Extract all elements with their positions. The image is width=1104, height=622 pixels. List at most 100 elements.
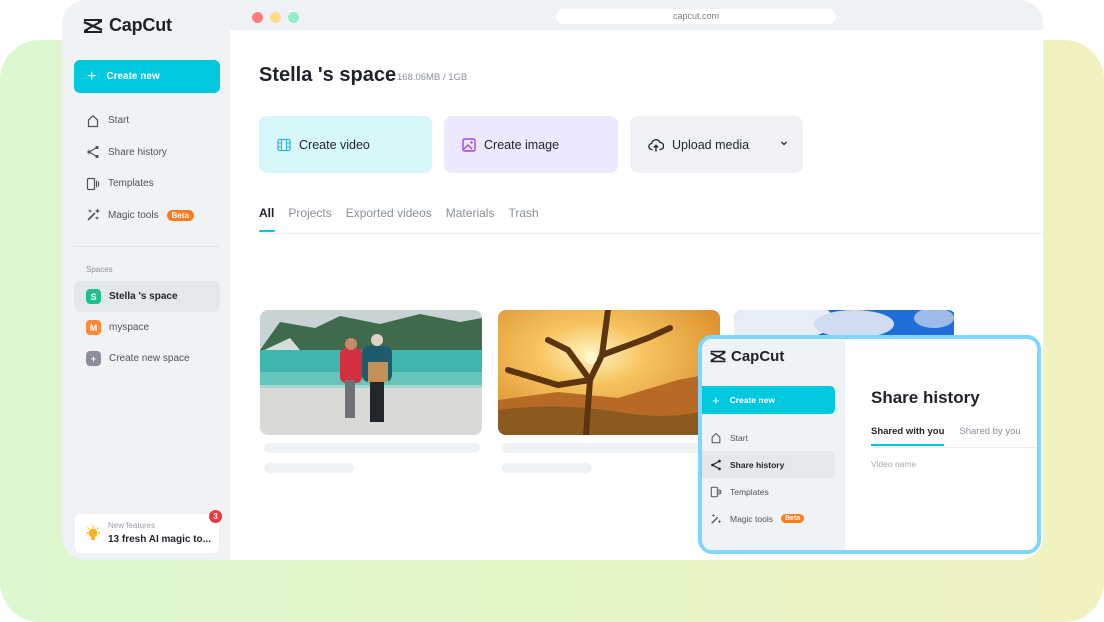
beta-badge: Beta — [781, 514, 805, 523]
templates-icon — [86, 177, 100, 190]
sidebar-item-label: Share history — [108, 146, 167, 158]
share-history-title: Share history — [871, 388, 980, 407]
create-new-button[interactable]: + Create new — [702, 386, 835, 414]
meta-placeholder — [264, 463, 354, 473]
column-header-video-name: Video name — [871, 459, 917, 469]
magic-wand-icon — [711, 513, 721, 524]
plus-icon: + — [86, 351, 101, 366]
desert-sunset-photo — [498, 310, 720, 435]
sidebar-divider — [74, 246, 220, 247]
sidebar-item-magic-tools[interactable]: Magic tools Beta — [702, 505, 835, 532]
content-tabs: All Projects Exported videos Materials T… — [259, 206, 539, 232]
share-history-preview: CapCut + Create new Start Share history … — [698, 335, 1041, 554]
sidebar-item-templates[interactable]: Templates — [702, 478, 835, 505]
sidebar-item-label: Templates — [108, 178, 154, 190]
space-label: Create new space — [109, 353, 190, 364]
spaces-list: S Stella 's space M myspace + Create new… — [74, 281, 220, 374]
capcut-logo-icon — [710, 350, 726, 363]
cloud-upload-icon — [648, 138, 664, 151]
features-title: 13 fresh AI magic to... — [108, 534, 211, 545]
sidebar-nav: Start Share history Templates Magic tool… — [74, 105, 220, 231]
media-thumbnail — [498, 310, 720, 435]
share-icon — [711, 459, 721, 470]
sidebar-item-label: Templates — [730, 486, 769, 497]
lightbulb-icon — [86, 525, 100, 540]
preview-nav: Start Share history Templates Magic tool… — [702, 424, 835, 532]
media-card[interactable] — [498, 310, 720, 473]
sidebar: CapCut + Create new Start Share history … — [62, 0, 230, 560]
image-icon — [462, 137, 476, 152]
storage-usage: 168.06MB / 1GB — [397, 72, 468, 83]
capcut-logo-icon — [83, 18, 103, 33]
browser-titlebar: capcut.com — [230, 0, 1043, 30]
minimize-window-button[interactable] — [270, 12, 281, 23]
sidebar-item-templates[interactable]: Templates — [74, 168, 220, 200]
create-new-label: Create new — [106, 71, 160, 82]
sidebar-item-label: Start — [730, 432, 748, 443]
sidebar-item-share-history[interactable]: Share history — [702, 451, 835, 478]
capcut-logo: CapCut — [709, 348, 784, 365]
title-placeholder — [264, 443, 480, 453]
url-bar[interactable]: capcut.com — [556, 9, 836, 24]
brand-name: CapCut — [731, 348, 785, 365]
sidebar-item-label: Magic tools — [108, 209, 159, 221]
magic-wand-icon — [87, 208, 100, 221]
features-label: New features — [108, 521, 156, 530]
space-label: myspace — [109, 322, 150, 333]
home-icon — [87, 114, 99, 127]
create-new-label: Create new — [729, 395, 775, 405]
create-new-space-button[interactable]: + Create new space — [74, 343, 220, 374]
stage: capcut.com CapCut + Create new Start Sha… — [0, 0, 1104, 622]
title-placeholder — [502, 443, 718, 453]
upload-media-button[interactable]: Upload media — [630, 116, 803, 173]
create-new-button[interactable]: + Create new — [74, 60, 220, 93]
plus-icon: + — [712, 392, 720, 408]
space-label: Stella 's space — [109, 291, 178, 302]
upload-media-label: Upload media — [672, 137, 750, 152]
sidebar-item-magic-tools[interactable]: Magic tools Beta — [74, 200, 220, 232]
tab-all[interactable]: All — [259, 206, 276, 232]
meta-placeholder — [502, 463, 592, 473]
space-item-stella[interactable]: S Stella 's space — [74, 281, 220, 312]
share-tabs: Shared with you Shared by you — [871, 426, 1021, 446]
sidebar-item-share-history[interactable]: Share history — [74, 137, 220, 169]
templates-icon — [710, 486, 722, 497]
plus-icon: + — [87, 67, 97, 85]
new-features-card[interactable]: New features 13 fresh AI magic to... 3 — [75, 510, 222, 553]
notification-count-badge: 3 — [209, 510, 222, 523]
film-icon — [277, 138, 291, 151]
media-thumbnail — [260, 310, 482, 435]
space-item-myspace[interactable]: M myspace — [74, 312, 220, 343]
space-avatar: S — [86, 289, 101, 304]
tabs-divider — [259, 233, 1043, 234]
create-video-button[interactable]: Create video — [259, 116, 432, 173]
tab-materials[interactable]: Materials — [446, 206, 495, 232]
page-title: Stella 's space — [259, 64, 397, 86]
tabs-divider — [871, 447, 1037, 448]
spaces-heading: Spaces — [86, 265, 113, 274]
sidebar-item-label: Share history — [730, 459, 785, 470]
sidebar-item-label: Start — [108, 115, 130, 127]
brand-name: CapCut — [109, 15, 172, 35]
beta-badge: Beta — [166, 209, 194, 221]
create-image-label: Create image — [484, 137, 560, 152]
preview-sidebar: CapCut + Create new Start Share history … — [702, 339, 845, 550]
tab-projects[interactable]: Projects — [288, 206, 331, 232]
tab-exported-videos[interactable]: Exported videos — [346, 206, 432, 232]
sidebar-item-label: Magic tools — [730, 513, 773, 524]
tab-trash[interactable]: Trash — [508, 206, 538, 232]
space-avatar: M — [86, 320, 101, 335]
sidebar-item-start[interactable]: Start — [74, 105, 220, 137]
tab-shared-with-you[interactable]: Shared with you — [871, 426, 945, 446]
share-icon — [87, 146, 99, 159]
close-window-button[interactable] — [252, 12, 263, 23]
tab-shared-by-you[interactable]: Shared by you — [959, 426, 1020, 446]
chevron-down-icon[interactable] — [779, 138, 789, 148]
sidebar-item-start[interactable]: Start — [702, 424, 835, 451]
lake-photo — [260, 310, 482, 435]
create-image-button[interactable]: Create image — [444, 116, 618, 173]
maximize-window-button[interactable] — [288, 12, 299, 23]
media-card[interactable] — [260, 310, 482, 473]
capcut-logo[interactable]: CapCut — [82, 15, 172, 36]
create-video-label: Create video — [299, 137, 370, 152]
